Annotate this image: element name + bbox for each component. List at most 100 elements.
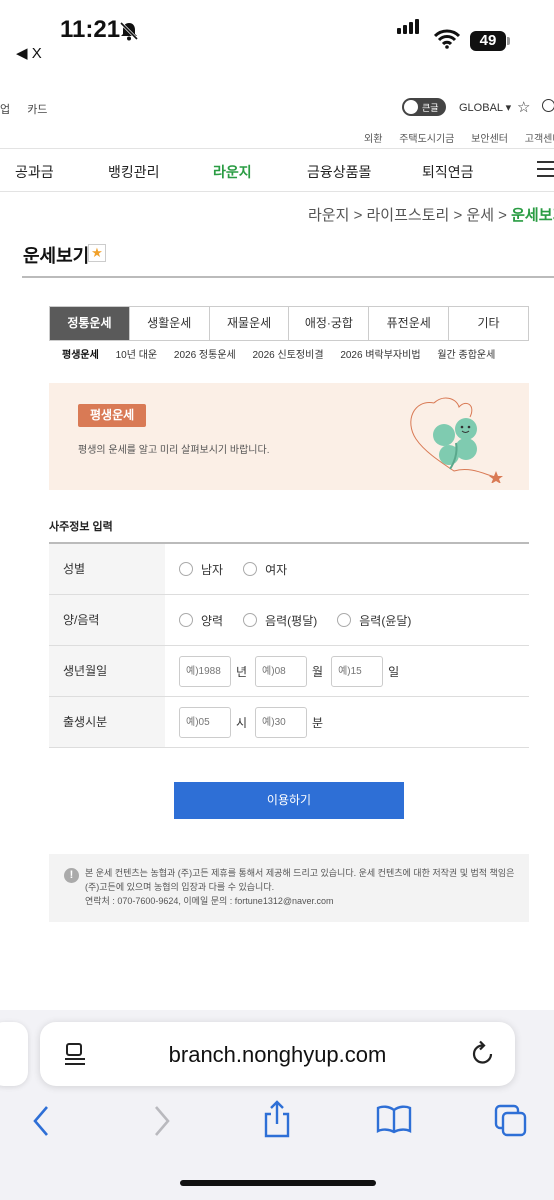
menu-icon[interactable] (537, 161, 554, 177)
form-row-gender: 성별 남자 여자 (49, 544, 529, 595)
saju-form: 성별 남자 여자 양/음력 양력 음력(평달) 음력(윤달) 생년월일 년 월 … (49, 542, 529, 748)
large-text-toggle[interactable]: 큰글 (402, 98, 446, 116)
favorite-star-icon[interactable]: ★ (88, 244, 106, 262)
share-icon[interactable] (262, 1100, 292, 1138)
radio-lunar[interactable]: 음력(평달) (243, 612, 317, 629)
breadcrumb-path[interactable]: 라운지 > 라이프스토리 > 운세 > (308, 207, 511, 224)
util-link[interactable]: 고객센터 (525, 134, 554, 145)
search-icon[interactable] (542, 99, 554, 112)
form-row-calendar: 양/음력 양력 음력(평달) 음력(윤달) (49, 595, 529, 646)
util-left-links: 업 카드 (0, 101, 61, 117)
util-link[interactable]: 카드 (27, 104, 47, 116)
util-link[interactable]: 주택도시기금 (399, 134, 454, 145)
previous-tab-preview[interactable] (0, 1022, 28, 1086)
radio-label: 여자 (265, 562, 288, 577)
subtab-item[interactable]: 월간 종합운세 (437, 350, 495, 361)
notice-box: ! 본 운세 컨텐츠는 농협과 (주)고든 제휴를 통해서 제공해 드리고 있습… (49, 854, 529, 922)
toggle-label: 큰글 (422, 103, 439, 113)
notice-line: 본 운세 컨텐츠는 농협과 (주)고든 제휴를 통해서 제공해 드리고 있습니다… (85, 868, 515, 892)
forward-icon[interactable] (151, 1104, 173, 1138)
radio-solar[interactable]: 양력 (179, 612, 223, 629)
field-label: 생년월일 (49, 646, 165, 696)
field-label: 출생시분 (49, 697, 165, 747)
birth-day-input[interactable] (331, 655, 384, 687)
reload-icon[interactable] (471, 1040, 495, 1066)
tab-etc[interactable]: 기타 (448, 307, 528, 340)
tab-traditional[interactable]: 정통운세 (50, 307, 129, 340)
subtab-item[interactable]: 평생운세 (62, 350, 99, 361)
radio-label: 남자 (201, 562, 224, 577)
tabs-icon[interactable] (494, 1104, 528, 1138)
form-title: 사주정보 입력 (49, 521, 113, 533)
util-link[interactable]: 보안센터 (471, 134, 508, 145)
unit-label: 년 (236, 664, 248, 679)
notice-text: 본 운세 컨텐츠는 농협과 (주)고든 제휴를 통해서 제공해 드리고 있습니다… (85, 866, 515, 908)
radio-male[interactable]: 남자 (179, 561, 223, 578)
divider (0, 191, 554, 192)
tab-fusion[interactable]: 퓨전운세 (368, 307, 448, 340)
tab-life[interactable]: 생활운세 (128, 307, 209, 340)
unit-label: 일 (388, 664, 400, 679)
field-label: 성별 (49, 544, 165, 594)
category-tabs: 정통운세 생활운세 재물운세 애정·궁합 퓨전운세 기타 (49, 306, 529, 341)
util-right-links: 외환 주택도시기금 보안센터 고객센터 (364, 130, 554, 145)
address-bar[interactable]: branch.nonghyup.com (40, 1022, 515, 1086)
back-icon[interactable] (30, 1104, 52, 1138)
bookmarks-icon[interactable] (376, 1104, 412, 1134)
util-link[interactable]: 외환 (364, 134, 382, 145)
battery-indicator: 49 (470, 31, 510, 51)
subtab-item[interactable]: 2026 벼락부자비법 (340, 350, 420, 361)
fortune-banner: 평생운세 평생의 운세를 알고 미리 살펴보시기 바랍니다. (49, 383, 529, 490)
form-row-birthtime: 출생시분 시 분 (49, 697, 529, 748)
radio-circle-icon (243, 613, 258, 627)
radio-circle-icon (179, 613, 193, 627)
tab-wealth[interactable]: 재물운세 (208, 307, 289, 340)
unit-label: 분 (312, 715, 324, 730)
radio-lunar-leap[interactable]: 음력(윤달) (337, 612, 411, 629)
breadcrumb-current: 운세보기 (511, 207, 554, 224)
util-link[interactable]: 업 (0, 104, 10, 116)
birth-month-input[interactable] (255, 655, 308, 687)
banner-description: 평생의 운세를 알고 미리 살펴보시기 바랍니다. (78, 445, 270, 456)
favorite-star-icon[interactable]: ☆ (517, 98, 530, 116)
bell-muted-icon (119, 21, 139, 41)
radio-circle-icon (179, 562, 193, 576)
status-time: 11:21 (60, 16, 121, 43)
info-icon: ! (64, 868, 79, 883)
banner-badge: 평생운세 (78, 404, 147, 427)
form-row-birthdate: 생년월일 년 월 일 (49, 646, 529, 697)
subtab-item[interactable]: 2026 정통운세 (174, 350, 236, 361)
home-indicator (180, 1180, 376, 1186)
divider (0, 148, 554, 149)
breadcrumb: 라운지 > 라이프스토리 > 운세 > 운세보기 (308, 204, 554, 225)
nav-item-pension[interactable]: 퇴직연금 (422, 162, 474, 182)
radio-label: 음력(윤달) (359, 613, 412, 628)
unit-label: 월 (312, 664, 324, 679)
unit-label: 시 (236, 715, 248, 730)
radio-circle-icon (337, 613, 352, 627)
notice-contact: 연락처 : 070-7600-9624, 이메일 문의 : fortune131… (85, 896, 334, 906)
subtab-item[interactable]: 2026 신토정비결 (253, 350, 324, 361)
nav-item-banking[interactable]: 뱅킹관리 (108, 162, 160, 182)
page-title: 운세보기 (23, 246, 90, 266)
field-label: 양/음력 (49, 595, 165, 645)
nav-item-products[interactable]: 금융상품몰 (307, 162, 371, 182)
birth-year-input[interactable] (179, 655, 231, 687)
clover-illustration-icon (410, 397, 503, 483)
radio-label: 음력(평달) (265, 613, 318, 628)
subtab-item[interactable]: 10년 대운 (116, 350, 158, 361)
global-dropdown[interactable]: GLOBAL ▾ (459, 101, 511, 114)
tab-love[interactable]: 애정·궁합 (288, 307, 368, 340)
birth-hour-input[interactable] (179, 706, 231, 738)
sub-tabs: 평생운세 10년 대운 2026 정통운세 2026 신토정비결 2026 벼락… (62, 346, 509, 361)
nav-item-bills[interactable]: 공과금 (15, 162, 54, 182)
url-text: branch.nonghyup.com (168, 1042, 387, 1067)
submit-button[interactable]: 이용하기 (174, 782, 404, 819)
wifi-icon (434, 29, 460, 49)
divider (22, 276, 554, 278)
radio-female[interactable]: 여자 (243, 561, 287, 578)
birth-minute-input[interactable] (255, 706, 308, 738)
back-to-app[interactable]: ◀ X (16, 44, 42, 62)
nav-item-lounge[interactable]: 라운지 (213, 162, 252, 182)
radio-label: 양력 (201, 613, 224, 628)
